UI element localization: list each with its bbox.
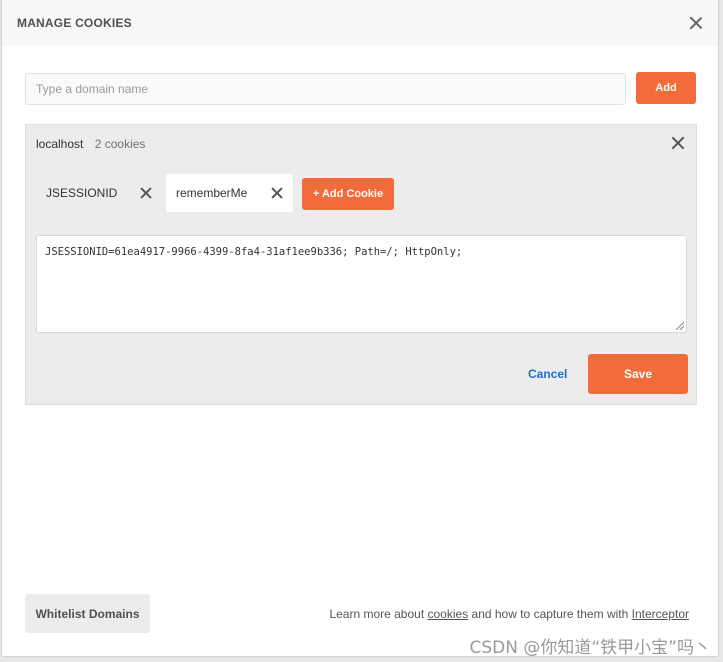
- domain-input-row: Add: [25, 72, 696, 105]
- save-button[interactable]: Save: [588, 354, 688, 394]
- modal-header: MANAGE COOKIES: [2, 0, 718, 46]
- cookies-link[interactable]: cookies: [428, 607, 469, 621]
- whitelist-domains-button[interactable]: Whitelist Domains: [25, 594, 150, 633]
- resize-handle-icon[interactable]: [676, 322, 684, 330]
- domain-header: localhost 2 cookies: [36, 137, 145, 151]
- watermark-text: CSDN @你知道“铁甲小宝”吗丶: [469, 638, 712, 658]
- interceptor-link[interactable]: Interceptor: [632, 607, 689, 621]
- cookie-tab-jsessionid[interactable]: JSESSIONID: [36, 174, 162, 212]
- cookie-tab-rememberme[interactable]: rememberMe: [166, 174, 293, 212]
- cookie-tab-label: rememberMe: [176, 186, 248, 200]
- domain-name: localhost: [36, 137, 84, 151]
- close-icon[interactable]: [686, 13, 706, 33]
- remove-domain-close-icon[interactable]: [668, 133, 688, 153]
- learn-more-text: Learn more about cookies and how to capt…: [329, 607, 689, 621]
- modal-title: MANAGE COOKIES: [17, 16, 132, 30]
- modal-footer: Whitelist Domains Learn more about cooki…: [25, 594, 695, 634]
- domain-search-input[interactable]: [25, 72, 626, 105]
- learn-more-prefix: Learn more about: [329, 607, 428, 621]
- delete-cookie-close-icon[interactable]: [267, 183, 287, 203]
- domain-panel-localhost: localhost 2 cookies JSESSIONID rememberM…: [25, 124, 697, 405]
- learn-more-middle: and how to capture them with: [468, 607, 632, 621]
- manage-cookies-modal: MANAGE COOKIES Add localhost 2 cookies J…: [2, 0, 718, 656]
- cookie-count: 2 cookies: [94, 137, 146, 151]
- add-domain-button[interactable]: Add: [636, 72, 696, 104]
- cancel-button[interactable]: Cancel: [528, 367, 567, 381]
- cookie-value-editor[interactable]: JSESSIONID=61ea4917-9966-4399-8fa4-31af1…: [36, 235, 687, 333]
- cookie-tab-label: JSESSIONID: [46, 186, 118, 200]
- delete-cookie-close-icon[interactable]: [136, 183, 156, 203]
- cookie-value-text: JSESSIONID=61ea4917-9966-4399-8fa4-31af1…: [45, 246, 463, 258]
- add-cookie-button[interactable]: + Add Cookie: [302, 178, 394, 210]
